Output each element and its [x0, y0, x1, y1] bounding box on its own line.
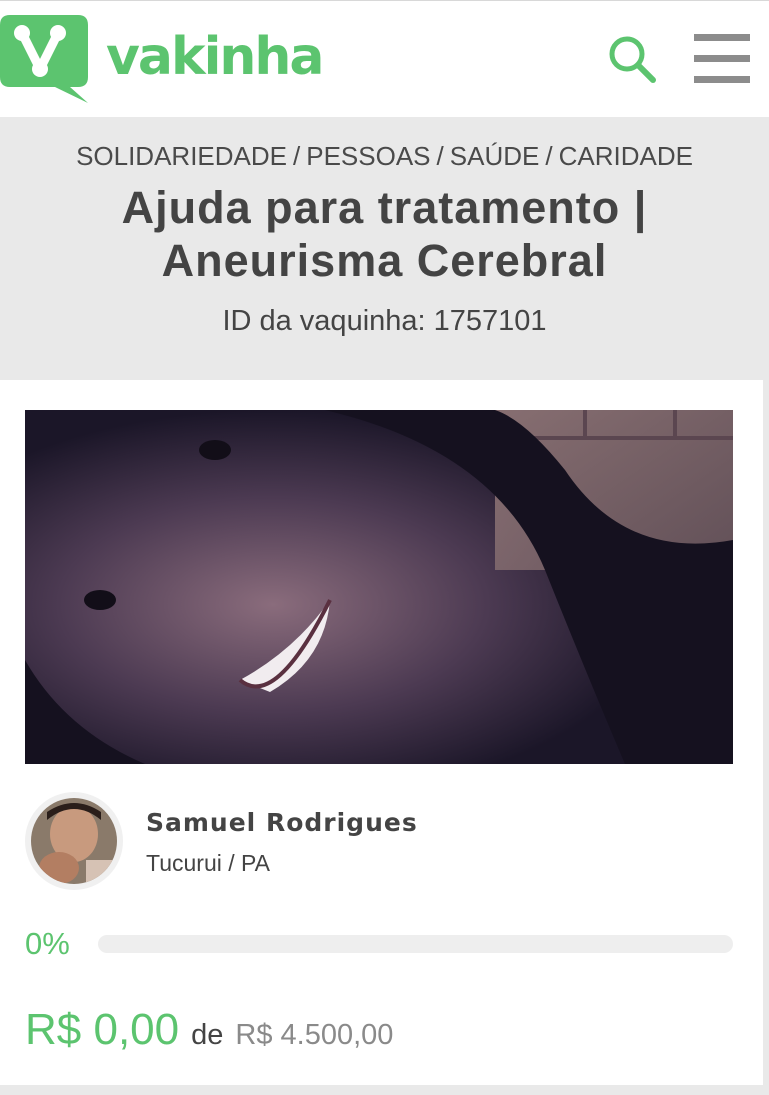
- progress-percent: 0%: [25, 926, 70, 961]
- hamburger-menu-icon[interactable]: [694, 34, 750, 84]
- breadcrumb-separator: /: [293, 141, 301, 171]
- campaign-header: SOLIDARIEDADE / PESSOAS / SAÚDE / CARIDA…: [0, 117, 769, 380]
- progress-bar: [98, 935, 733, 953]
- breadcrumb-solidariedade[interactable]: SOLIDARIEDADE: [76, 141, 287, 172]
- avatar[interactable]: [25, 792, 123, 890]
- avatar-image: [31, 798, 117, 884]
- campaign-photo[interactable]: [25, 410, 733, 764]
- owner-location: Tucurui / PA: [146, 850, 270, 876]
- amount-connector: de: [191, 1019, 224, 1051]
- breadcrumb-separator: /: [436, 141, 444, 171]
- amount-raised: R$ 0,00: [25, 1005, 180, 1054]
- campaign-card: Samuel Rodrigues Tucurui / PA 0% R$ 0,00…: [0, 380, 763, 1085]
- breadcrumb: SOLIDARIEDADE / PESSOAS / SAÚDE / CARIDA…: [0, 141, 769, 172]
- logo[interactable]: vakinha: [0, 15, 325, 105]
- vakinha-logo-icon: [0, 15, 88, 103]
- search-icon: [609, 36, 656, 83]
- breadcrumb-pessoas[interactable]: PESSOAS: [306, 141, 430, 172]
- breadcrumb-separator: /: [545, 141, 553, 171]
- fundraising-amounts: R$ 0,00 de R$ 4.500,00: [25, 1005, 393, 1055]
- campaign-photo-image: [25, 410, 733, 764]
- owner-name[interactable]: Samuel Rodrigues: [146, 808, 418, 837]
- top-header: vakinha: [0, 0, 769, 117]
- menu-line: [694, 55, 750, 62]
- page-title: Ajuda para tratamento | Aneurisma Cerebr…: [121, 182, 648, 286]
- menu-line: [694, 34, 750, 41]
- brand-name: vakinha: [106, 27, 325, 87]
- menu-line: [694, 76, 750, 83]
- amount-goal: R$ 4.500,00: [235, 1019, 394, 1051]
- campaign-id: ID da vaquinha: 1757101: [222, 305, 547, 337]
- breadcrumb-caridade[interactable]: CARIDADE: [559, 141, 693, 172]
- breadcrumb-saude[interactable]: SAÚDE: [450, 141, 540, 172]
- search-button[interactable]: [606, 33, 658, 85]
